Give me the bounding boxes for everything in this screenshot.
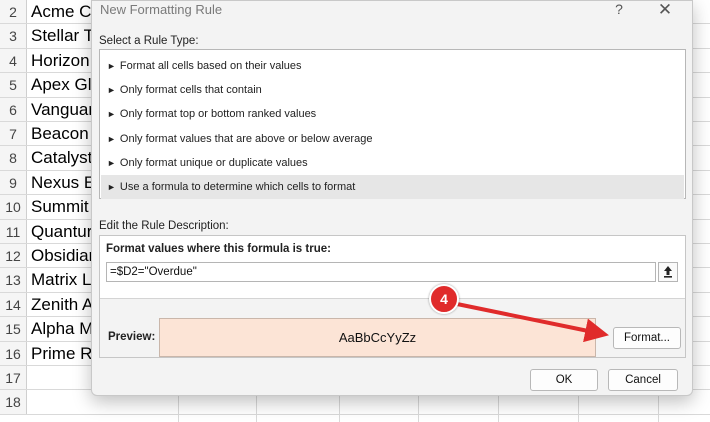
row-number[interactable]: 2 (0, 0, 27, 24)
formula-label: Format values where this formula is true… (106, 243, 331, 255)
row-number[interactable]: 14 (0, 292, 27, 317)
row-number[interactable]: 3 (0, 24, 27, 48)
rule-type-item[interactable]: ► Only format cells that contain (101, 78, 684, 102)
row-number[interactable]: 4 (0, 48, 27, 73)
new-formatting-rule-dialog: New Formatting Rule ? ✕ Select a Rule Ty… (91, 0, 693, 396)
triangle-right-icon: ► (107, 134, 116, 144)
triangle-right-icon: ► (107, 158, 116, 168)
triangle-right-icon: ► (107, 182, 116, 192)
row-number[interactable]: 5 (0, 73, 27, 97)
triangle-right-icon: ► (107, 61, 116, 71)
collapse-dialog-button[interactable] (658, 262, 678, 282)
rule-type-item[interactable]: ► Format all cells based on their values (101, 54, 684, 78)
rule-type-item-selected[interactable]: ► Use a formula to determine which cells … (101, 175, 684, 199)
rule-description-label: Edit the Rule Description: (99, 220, 229, 232)
row-number[interactable]: 8 (0, 146, 27, 170)
row-number[interactable]: 18 (0, 390, 27, 414)
preview-box: AaBbCcYyZz (159, 318, 596, 357)
rule-type-label-text: Only format values that are above or bel… (119, 133, 373, 145)
help-button[interactable]: ? (609, 1, 629, 17)
rule-type-item[interactable]: ► Only format top or bottom ranked values (101, 102, 684, 126)
row-number[interactable]: 9 (0, 170, 27, 195)
row-number[interactable]: 16 (0, 341, 27, 365)
rule-type-label-text: Only format unique or duplicate values (119, 157, 308, 169)
row-number[interactable]: 10 (0, 195, 27, 219)
row-number[interactable]: 15 (0, 317, 27, 341)
step-badge: 4 (429, 284, 459, 314)
rule-type-label-text: Only format top or bottom ranked values (119, 108, 317, 120)
formula-section: Format values where this formula is true… (100, 236, 685, 299)
ok-button[interactable]: OK (530, 369, 598, 391)
rule-type-label-text: Format all cells based on their values (119, 60, 302, 72)
rule-description-panel: Format values where this formula is true… (99, 235, 686, 358)
cancel-button[interactable]: Cancel (608, 369, 678, 391)
rule-type-item[interactable]: ► Only format unique or duplicate values (101, 151, 684, 175)
upload-arrow-icon (664, 266, 672, 278)
formula-input[interactable]: =$D2="Overdue" (106, 262, 656, 282)
rule-type-item[interactable]: ► Only format values that are above or be… (101, 127, 684, 151)
row-number[interactable]: 12 (0, 244, 27, 268)
close-button[interactable]: ✕ (655, 0, 675, 20)
triangle-right-icon: ► (107, 109, 116, 119)
row-number[interactable]: 6 (0, 97, 27, 121)
row-number[interactable]: 11 (0, 219, 27, 243)
row-number[interactable]: 13 (0, 268, 27, 292)
rule-type-list[interactable]: ► Format all cells based on their values … (99, 49, 686, 199)
rule-type-label: Select a Rule Type: (99, 35, 199, 47)
triangle-right-icon: ► (107, 85, 116, 95)
preview-label: Preview: (108, 331, 156, 343)
rule-type-label-text: Only format cells that contain (119, 84, 262, 96)
rule-type-label-text: Use a formula to determine which cells t… (119, 181, 356, 193)
row-number[interactable]: 17 (0, 366, 27, 390)
dialog-titlebar[interactable]: New Formatting Rule ? ✕ (92, 0, 692, 23)
format-button[interactable]: Format... (613, 327, 681, 349)
row-number[interactable]: 7 (0, 122, 27, 146)
dialog-title: New Formatting Rule (100, 2, 223, 17)
